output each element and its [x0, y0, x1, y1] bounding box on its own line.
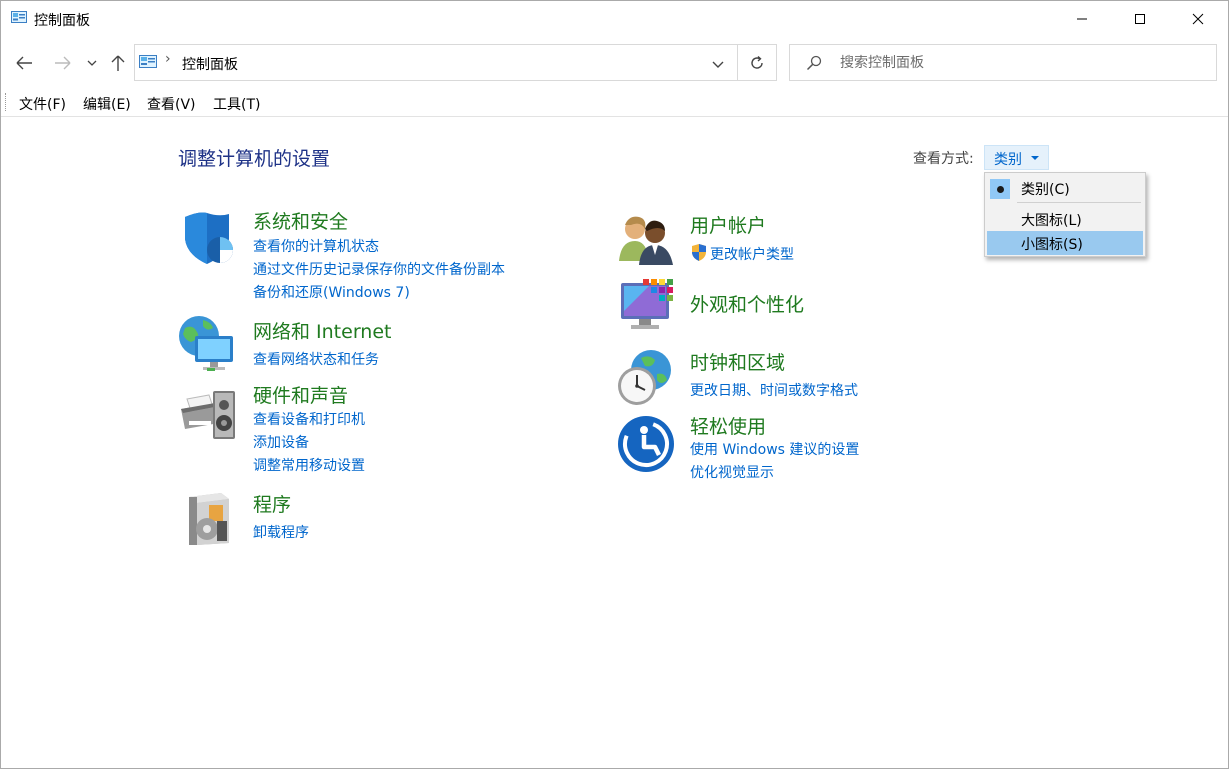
view-by-label: 查看方式:: [913, 151, 974, 167]
view-by-value: 类别: [994, 152, 1022, 168]
link-devices-printers[interactable]: 查看设备和打印机: [253, 409, 365, 429]
menu-view[interactable]: 查看(V): [147, 94, 196, 114]
link-add-device[interactable]: 添加设备: [253, 432, 309, 452]
forward-button[interactable]: [51, 48, 75, 78]
uac-shield-icon: [692, 244, 706, 261]
user-accounts-icon[interactable]: [617, 211, 675, 269]
selected-bullet-icon: [990, 179, 1010, 199]
menu-grip: [5, 93, 7, 111]
recent-locations-button[interactable]: [83, 48, 101, 78]
menu-separator: [1017, 202, 1141, 203]
link-date-time-format[interactable]: 更改日期、时间或数字格式: [690, 380, 858, 400]
up-button[interactable]: [107, 48, 129, 78]
link-backup-restore[interactable]: 备份和还原(Windows 7): [253, 282, 410, 302]
control-panel-icon: [139, 55, 157, 68]
window-title: 控制面板: [34, 13, 90, 29]
category-clock-region[interactable]: 时钟和区域: [690, 348, 785, 375]
title-bar: 控制面板: [1, 1, 1228, 37]
category-ease-of-access[interactable]: 轻松使用: [690, 412, 766, 439]
search-icon: [806, 55, 822, 71]
link-change-account-type[interactable]: 更改帐户类型: [710, 244, 794, 264]
minimize-icon: [1077, 18, 1087, 20]
clock-globe-icon[interactable]: [615, 348, 673, 406]
breadcrumb-location[interactable]: 控制面板: [182, 54, 238, 74]
programs-box-icon[interactable]: [181, 489, 239, 547]
category-hardware-sound[interactable]: 硬件和声音: [253, 381, 348, 408]
category-system-security[interactable]: 系统和安全: [253, 207, 348, 234]
address-bar[interactable]: › 控制面板: [134, 44, 738, 81]
view-by-menu: 类别(C) 大图标(L) 小图标(S): [984, 172, 1146, 257]
link-mobility-settings[interactable]: 调整常用移动设置: [253, 455, 365, 475]
view-by-dropdown[interactable]: 类别: [984, 145, 1049, 170]
arrow-left-icon: [16, 56, 32, 70]
caret-down-icon: [1031, 156, 1039, 160]
search-input[interactable]: [838, 51, 1198, 75]
link-view-computer-status[interactable]: 查看你的计算机状态: [253, 236, 379, 256]
breadcrumb-chevron-icon[interactable]: ›: [165, 51, 171, 67]
menu-edit[interactable]: 编辑(E): [83, 94, 131, 114]
menu-tools[interactable]: 工具(T): [213, 94, 260, 114]
maximize-icon: [1135, 14, 1145, 24]
close-icon: [1192, 13, 1204, 25]
network-globe-icon[interactable]: [177, 314, 235, 372]
category-programs[interactable]: 程序: [253, 490, 291, 517]
back-button[interactable]: [11, 48, 37, 78]
maximize-button[interactable]: [1111, 1, 1169, 37]
appearance-monitor-icon[interactable]: [619, 277, 677, 335]
link-optimize-visual-display[interactable]: 优化视觉显示: [690, 462, 774, 482]
chevron-down-icon: [87, 60, 97, 66]
printer-speaker-icon[interactable]: [179, 385, 237, 443]
arrow-right-icon: [55, 56, 71, 70]
chevron-down-icon[interactable]: [710, 56, 726, 72]
category-network-internet[interactable]: 网络和 Internet: [253, 317, 391, 344]
menu-bar: 文件(F) 编辑(E) 查看(V) 工具(T): [1, 89, 1228, 117]
shield-icon[interactable]: [179, 209, 237, 267]
refresh-button[interactable]: [738, 44, 777, 81]
search-box[interactable]: [789, 44, 1217, 81]
view-menu-item-large-icons[interactable]: 大图标(L): [987, 207, 1143, 231]
link-recommended-settings[interactable]: 使用 Windows 建议的设置: [690, 439, 859, 459]
category-user-accounts[interactable]: 用户帐户: [690, 211, 766, 238]
control-panel-icon: [11, 11, 27, 23]
minimize-button[interactable]: [1053, 1, 1111, 37]
category-appearance-personalization[interactable]: 外观和个性化: [690, 290, 804, 317]
arrow-up-icon: [111, 55, 125, 71]
ease-of-access-icon[interactable]: [617, 415, 675, 473]
menu-file[interactable]: 文件(F): [19, 94, 66, 114]
link-file-history[interactable]: 通过文件历史记录保存你的文件备份副本: [253, 259, 505, 279]
close-button[interactable]: [1169, 1, 1227, 37]
link-uninstall-program[interactable]: 卸载程序: [253, 522, 309, 542]
refresh-icon: [751, 55, 763, 69]
view-menu-item-small-icons[interactable]: 小图标(S): [987, 231, 1143, 255]
view-menu-item-category[interactable]: 类别(C): [987, 176, 1143, 200]
link-network-status[interactable]: 查看网络状态和任务: [253, 349, 379, 369]
page-title: 调整计算机的设置: [178, 148, 331, 170]
control-panel-window: 控制面板 › 控制面板 搜索控制面板 文件(F) 编辑(E) 查看(V) 工具(…: [0, 0, 1229, 769]
